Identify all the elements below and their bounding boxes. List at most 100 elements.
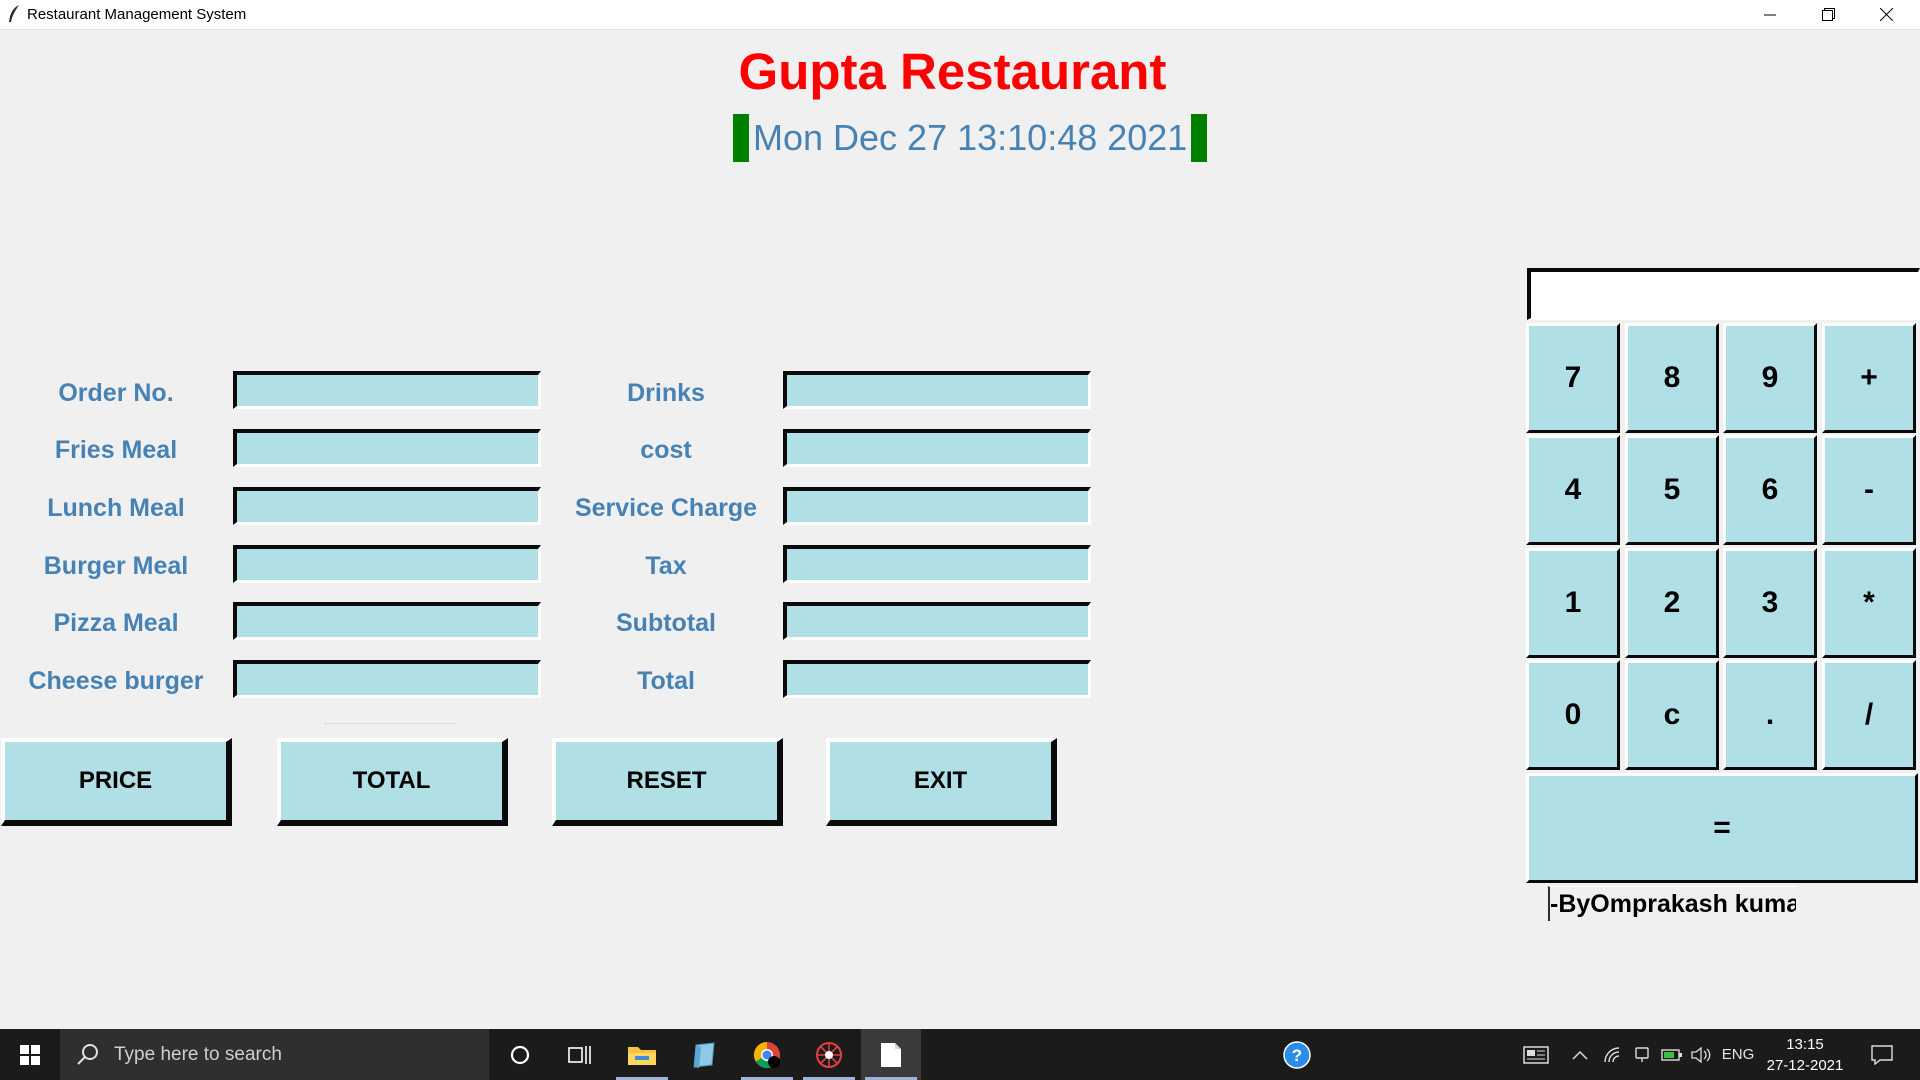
window-title: Restaurant Management System — [27, 6, 247, 23]
label-service-charge: Service Charge — [574, 494, 758, 522]
order-no-field[interactable] — [233, 371, 541, 409]
meet-now-button[interactable] — [1630, 1029, 1654, 1080]
windows-icon — [20, 1044, 40, 1065]
language-indicator[interactable]: ENG — [1718, 1029, 1758, 1080]
blank-document-button[interactable] — [861, 1029, 921, 1080]
spider-icon — [816, 1041, 842, 1068]
battery-icon — [1661, 1048, 1682, 1061]
restaurant-title: Gupta Restaurant — [738, 43, 1167, 100]
tax-field[interactable] — [783, 545, 1091, 583]
file-explorer-button[interactable] — [612, 1029, 672, 1080]
feather-icon — [9, 5, 19, 22]
calc-key-multiply[interactable]: * — [1822, 548, 1916, 658]
speaker-icon — [1691, 1046, 1711, 1063]
burger-meal-field[interactable] — [233, 545, 541, 583]
cortana-icon — [510, 1045, 530, 1064]
calc-key-6[interactable]: 6 — [1723, 435, 1817, 545]
taskbar-clock[interactable]: 13:15 27-12-2021 — [1762, 1034, 1848, 1076]
drinks-field[interactable] — [783, 371, 1091, 409]
search-icon — [77, 1043, 98, 1065]
restore-icon — [1821, 8, 1835, 21]
lunch-meal-field[interactable] — [233, 487, 541, 525]
help-button[interactable]: ? — [1267, 1029, 1327, 1080]
label-fries-meal: Fries Meal — [54, 436, 178, 464]
cheese-burger-field[interactable] — [233, 660, 541, 698]
close-button[interactable] — [1857, 0, 1915, 29]
help-icon: ? — [1283, 1040, 1311, 1069]
folder-icon — [628, 1046, 656, 1065]
wifi-icon — [1604, 1046, 1620, 1062]
chrome-icon — [753, 1041, 780, 1068]
svg-text:?: ? — [1292, 1046, 1302, 1065]
datetime-display: Mon Dec 27 13:10:48 2021 — [733, 114, 1208, 162]
start-button[interactable] — [0, 1029, 60, 1080]
document-icon — [881, 1042, 901, 1067]
notepad-icon — [693, 1041, 715, 1068]
clock-bar-right — [1191, 114, 1208, 162]
calc-key-minus[interactable]: - — [1822, 435, 1916, 545]
calc-key-2[interactable]: 2 — [1625, 548, 1719, 658]
fries-meal-field[interactable] — [233, 429, 541, 467]
calc-key-8[interactable]: 8 — [1625, 323, 1719, 433]
taskbar: Type here to search ? ENG 13:15 27-12-20… — [0, 1029, 1920, 1080]
camera-icon — [1635, 1046, 1649, 1062]
calc-key-clear[interactable]: c — [1625, 660, 1719, 770]
cost-field[interactable] — [783, 429, 1091, 467]
taskbar-date: 27-12-2021 — [1766, 1057, 1844, 1074]
label-burger-meal: Burger Meal — [43, 552, 189, 580]
search-placeholder: Type here to search — [114, 1043, 282, 1065]
close-icon — [1879, 8, 1893, 21]
restore-button[interactable] — [1799, 0, 1857, 29]
calc-key-divide[interactable]: / — [1822, 660, 1916, 770]
label-cheese-burger: Cheese burger — [28, 667, 204, 695]
total-button[interactable]: TOTAL — [277, 738, 508, 826]
calc-key-0[interactable]: 0 — [1526, 660, 1620, 770]
dotted-separator — [325, 723, 455, 724]
total-field[interactable] — [783, 660, 1091, 698]
label-pizza-meal: Pizza Meal — [53, 609, 179, 637]
notification-icon — [1871, 1044, 1893, 1065]
chrome-button[interactable] — [737, 1029, 797, 1080]
service-charge-field[interactable] — [783, 487, 1091, 525]
battery-button[interactable] — [1658, 1029, 1686, 1080]
taskbar-search[interactable]: Type here to search — [60, 1029, 489, 1080]
calc-key-9[interactable]: 9 — [1723, 323, 1817, 433]
python-idle-button[interactable] — [799, 1029, 859, 1080]
calc-key-7[interactable]: 7 — [1526, 323, 1620, 433]
calc-key-plus[interactable]: + — [1822, 323, 1916, 433]
notes-app-button[interactable] — [674, 1029, 734, 1080]
label-drinks: Drinks — [627, 379, 705, 407]
calc-key-1[interactable]: 1 — [1526, 548, 1620, 658]
calc-key-5[interactable]: 5 — [1625, 435, 1719, 545]
calculator-display[interactable] — [1527, 268, 1920, 320]
chevron-up-icon — [1572, 1050, 1588, 1060]
label-total: Total — [637, 667, 695, 695]
minimize-button[interactable] — [1741, 0, 1799, 29]
pizza-meal-field[interactable] — [233, 602, 541, 640]
label-lunch-meal: Lunch Meal — [47, 494, 185, 522]
task-view-button[interactable] — [550, 1029, 610, 1080]
calc-key-equals[interactable]: = — [1526, 773, 1918, 883]
network-button[interactable] — [1600, 1029, 1626, 1080]
calc-key-3[interactable]: 3 — [1723, 548, 1817, 658]
cortana-button[interactable] — [490, 1029, 550, 1080]
subtotal-field[interactable] — [783, 602, 1091, 640]
clock-bar-left — [733, 114, 749, 162]
price-button[interactable]: PRICE — [1, 738, 232, 826]
calc-key-4[interactable]: 4 — [1526, 435, 1620, 545]
calc-key-decimal[interactable]: . — [1723, 660, 1817, 770]
news-tray-button[interactable] — [1518, 1029, 1554, 1080]
taskbar-time: 13:15 — [1786, 1036, 1824, 1053]
minimize-icon — [1764, 14, 1776, 15]
news-icon — [1523, 1045, 1549, 1064]
show-hidden-icons-button[interactable] — [1568, 1029, 1592, 1080]
label-subtotal: Subtotal — [616, 609, 716, 637]
notifications-button[interactable] — [1862, 1029, 1902, 1080]
datetime-text: Mon Dec 27 13:10:48 2021 — [753, 117, 1188, 158]
exit-button[interactable]: EXIT — [826, 738, 1057, 826]
author-credit: -ByOmprakash kuma — [1548, 886, 1796, 921]
label-cost: cost — [640, 436, 692, 464]
volume-button[interactable] — [1688, 1029, 1714, 1080]
label-order-no: Order No. — [58, 379, 174, 407]
reset-button[interactable]: RESET — [552, 738, 783, 826]
